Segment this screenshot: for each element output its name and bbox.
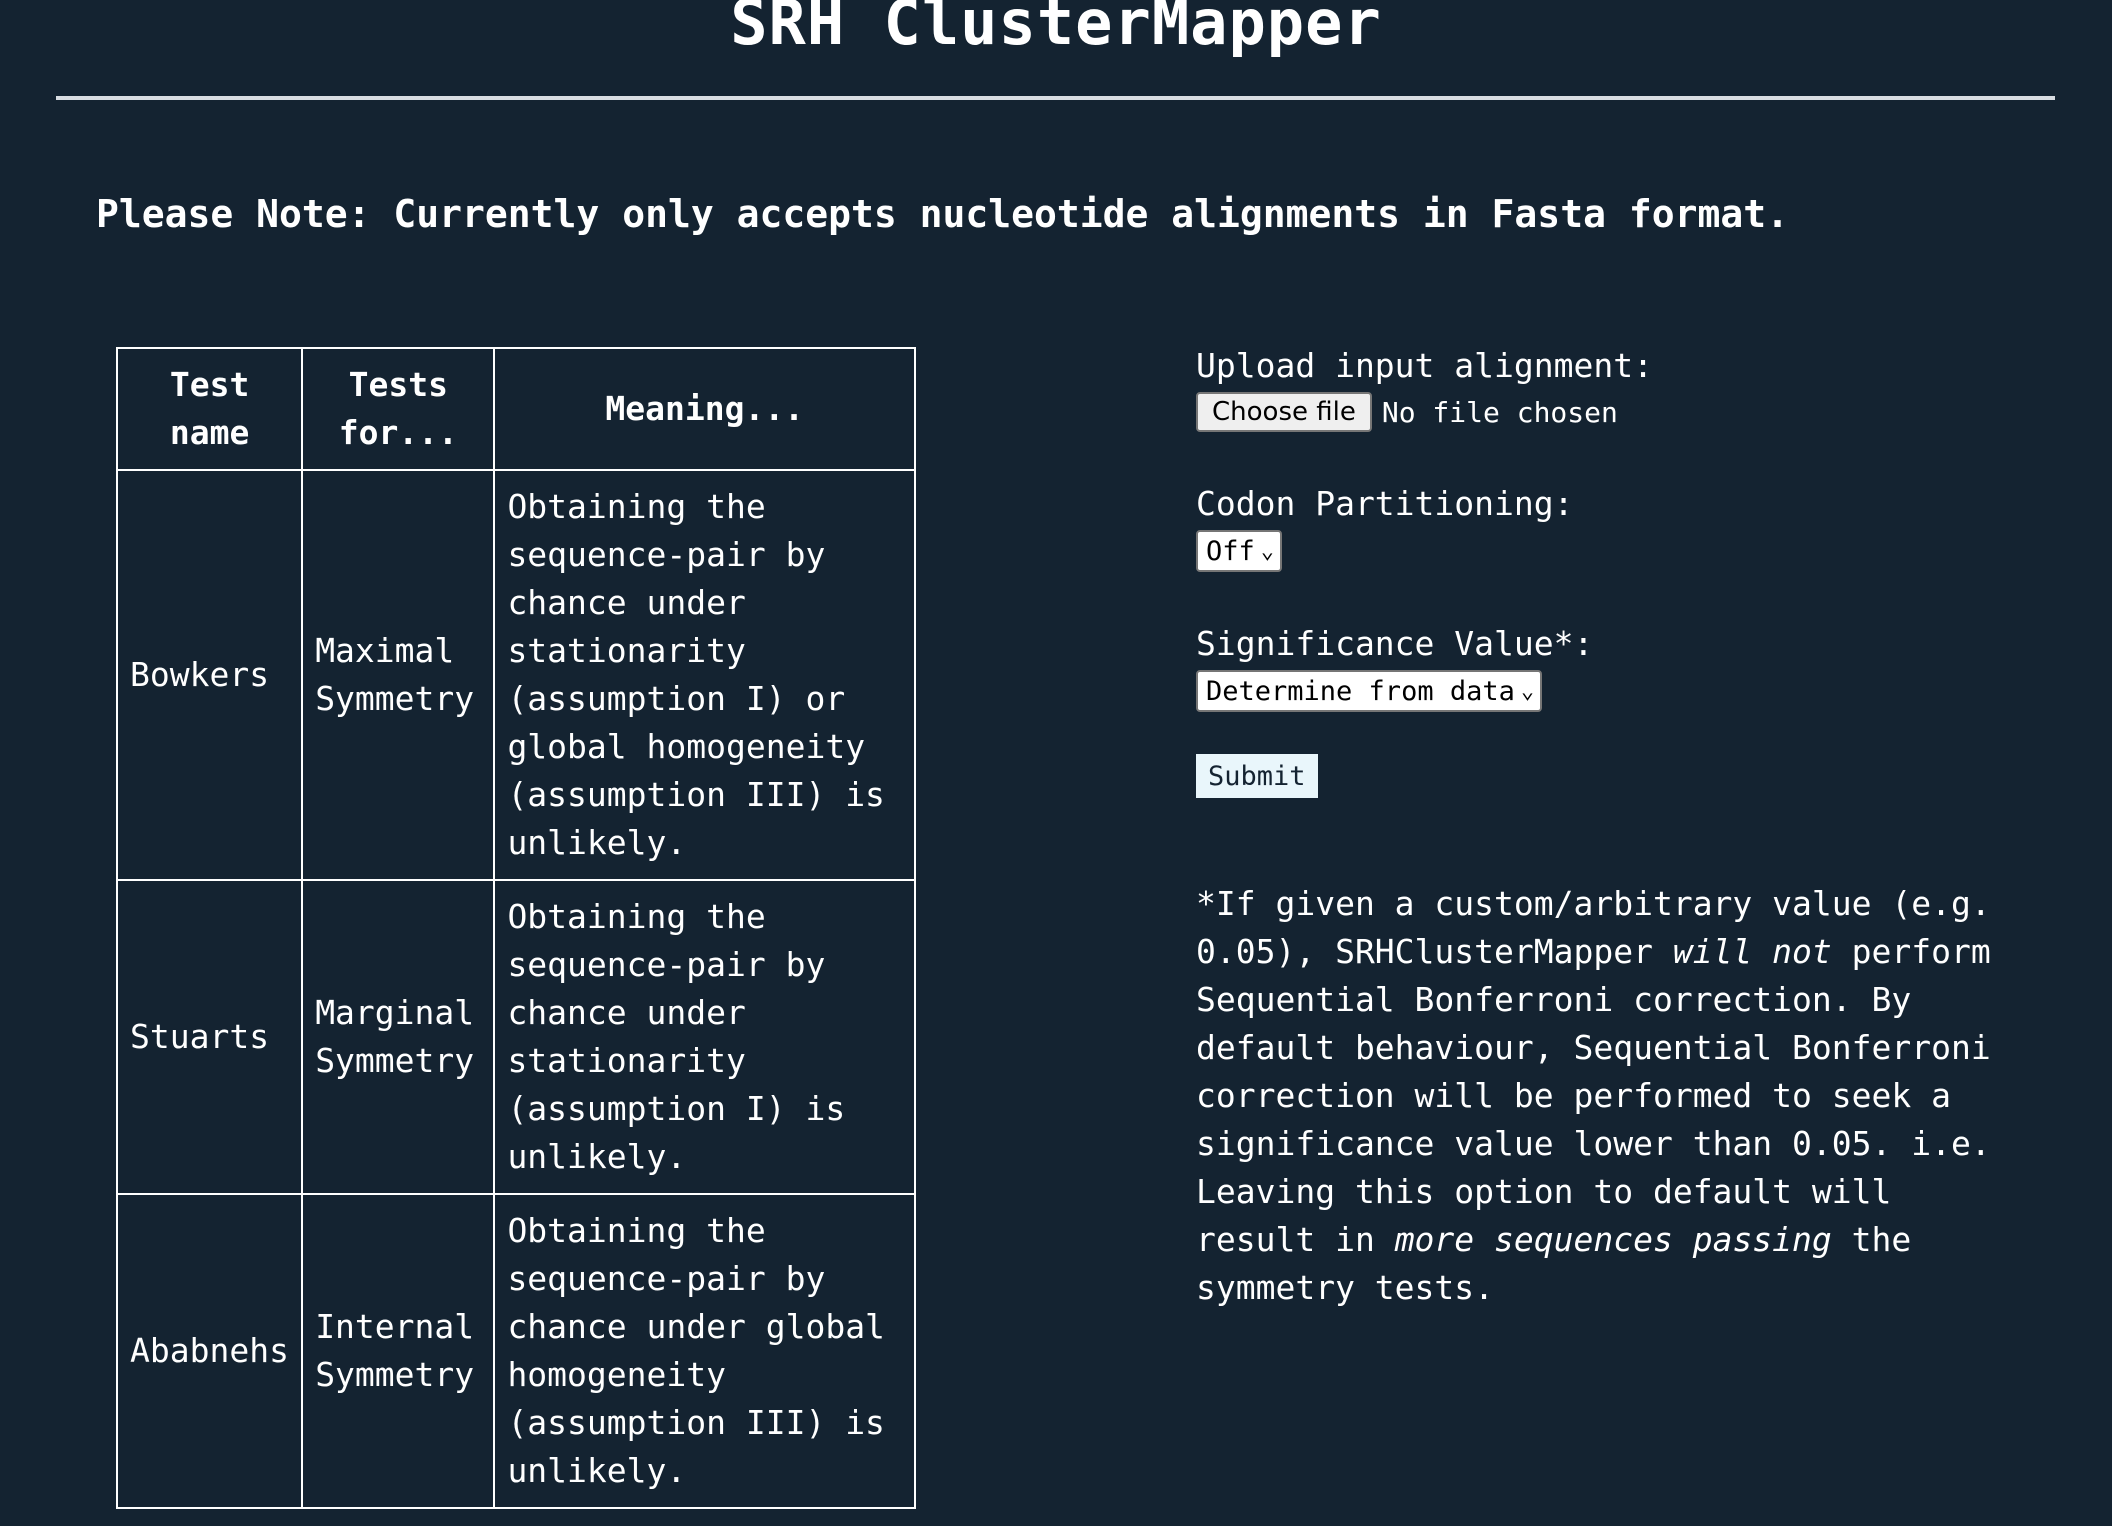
choose-file-button[interactable]: Choose file xyxy=(1196,392,1372,432)
file-status-text: No file chosen xyxy=(1381,395,1618,429)
chevron-down-icon: ⌄ xyxy=(1520,678,1535,704)
table-row: Bowkers Maximal Symmetry Obtaining the s… xyxy=(115,469,916,881)
significance-value-value: Determine from data xyxy=(1206,675,1515,707)
meaning-cell: Obtaining the sequence-pair by chance un… xyxy=(493,469,916,881)
column-header-test-name: Test name xyxy=(115,347,304,471)
codon-partitioning-label: Codon Partitioning: xyxy=(1196,484,1574,523)
significance-value-label: Significance Value*: xyxy=(1196,624,1594,663)
file-input: Choose file No file chosen xyxy=(1196,392,2016,432)
tests-for-cell: Marginal Symmetry xyxy=(301,879,496,1195)
meaning-cell: Obtaining the sequence-pair by chance un… xyxy=(493,879,916,1195)
test-name-cell: Ababnehs xyxy=(115,1193,304,1509)
submit-button[interactable]: Submit xyxy=(1196,754,1318,798)
footnote-text: perform Sequential Bonferroni correction… xyxy=(1196,932,1991,1259)
table-row: Ababnehs Internal Symmetry Obtaining the… xyxy=(115,1193,916,1509)
meaning-cell: Obtaining the sequence-pair by chance un… xyxy=(493,1193,916,1509)
significance-value-select[interactable]: Determine from data ⌄ xyxy=(1196,670,1543,712)
upload-form: Upload input alignment: Choose file No f… xyxy=(1196,346,2016,1312)
symmetry-tests-table: Test name Tests for... Meaning... Bowker… xyxy=(115,347,916,1509)
tests-for-cell: Maximal Symmetry xyxy=(301,469,496,881)
footnote-emphasis: will not xyxy=(1672,932,1832,971)
codon-partitioning-select[interactable]: Off ⌄ xyxy=(1196,530,1283,572)
table-header-row: Test name Tests for... Meaning... xyxy=(115,347,916,471)
upload-label: Upload input alignment: xyxy=(1196,346,1653,385)
codon-partitioning-value: Off xyxy=(1206,535,1255,567)
chevron-down-icon: ⌄ xyxy=(1260,538,1275,564)
format-note: Please Note: Currently only accepts nucl… xyxy=(96,192,1789,236)
column-header-tests-for: Tests for... xyxy=(301,347,496,471)
page-title: SRH ClusterMapper xyxy=(730,0,1382,59)
footnote-emphasis: more sequences passing xyxy=(1394,1220,1832,1259)
significance-footnote: *If given a custom/arbitrary value (e.g.… xyxy=(1196,880,1996,1312)
test-name-cell: Bowkers xyxy=(115,469,304,881)
column-header-meaning: Meaning... xyxy=(493,347,916,471)
title-divider xyxy=(56,96,2055,100)
table-row: Stuarts Marginal Symmetry Obtaining the … xyxy=(115,879,916,1195)
test-name-cell: Stuarts xyxy=(115,879,304,1195)
tests-for-cell: Internal Symmetry xyxy=(301,1193,496,1509)
